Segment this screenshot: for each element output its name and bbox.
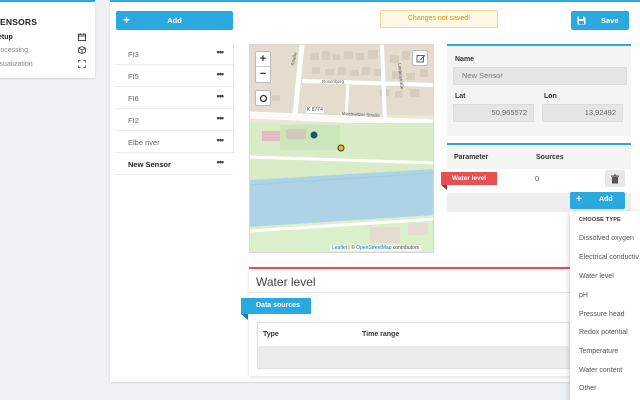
osm-link[interactable]: OpenStreetMap [356,245,391,251]
sensor-item[interactable]: FI5 ••• [116,65,233,87]
choose-type-dropdown: CHOOSE TYPE Dissolved oxygen Electrical … [570,211,640,400]
more-options-icon[interactable]: ••• [217,157,225,167]
cube-icon [78,46,86,54]
time-range-column-header: Time range [362,331,400,338]
attribution-separator: | © [347,245,357,251]
data-sources-tag: Data sources [241,298,311,314]
sensor-properties-card: Name New Sensor Lat 50,965572 Lon 13,924… [447,44,631,136]
side-item-label: etup [0,34,13,41]
expand-icon [78,60,86,68]
sensor-name: Elbe river [128,138,160,147]
name-label: Name [455,56,475,63]
sources-column-header: Sources [536,154,564,161]
more-options-icon[interactable]: ••• [217,113,225,123]
sensor-item-selected[interactable]: New Sensor ••• [116,153,233,175]
parameter-sources-count: 0 [535,174,540,183]
map-street-label: Rosenberg [322,79,345,84]
trash-icon [611,174,619,184]
add-parameter-label: Add [599,196,613,203]
side-item-processing[interactable]: rocessing [0,46,88,58]
sensor-location-map[interactable]: K 8774 Wachwitzer Straße Lindenstraße Ro… [249,44,434,253]
leaflet-link[interactable]: Leaflet [332,245,347,251]
side-item-visualization[interactable]: isualization [0,60,88,72]
floppy-disk-icon [577,16,586,25]
add-sensor-label: Add [167,16,182,25]
edit-icon [416,55,426,63]
more-options-icon[interactable]: ••• [217,135,225,145]
tag-fold [441,185,447,190]
dropdown-option[interactable]: Electrical conductiv [579,254,639,261]
map-road-label: K 8774 [306,107,324,113]
map-zoom-control: + − [255,51,271,83]
lon-label: Lon [544,93,557,100]
dropdown-option[interactable]: Water content [579,367,622,374]
unsaved-changes-notice: Changes not saved! [380,10,498,28]
lon-field[interactable]: 13,92492 [542,104,623,122]
water-level-title: Water level [256,275,316,289]
sensor-name: FI6 [128,94,139,103]
dropdown-header: CHOOSE TYPE [579,217,621,223]
add-sensor-button[interactable]: + Add [116,11,233,30]
data-sources-footer [258,346,570,368]
tag-fold [241,314,248,320]
zoom-out-button[interactable]: − [256,67,270,82]
map-attribution: Leaflet | © OpenStreetMap contributors [330,245,421,251]
locate-button[interactable] [255,90,271,106]
dropdown-option[interactable]: Dissolved oxygen [579,235,634,242]
sensor-name: New Sensor [128,160,171,169]
sensors-side-panel: ENSORS etup rocessing isualization [0,0,95,78]
parameters-header: Parameter Sources [447,145,631,169]
sensor-item[interactable]: FI3 ••• [116,43,233,65]
more-options-icon[interactable]: ••• [217,91,225,101]
panel-divider [249,292,570,293]
type-column-header: Type [263,331,279,338]
side-item-label: rocessing [0,47,28,54]
dropdown-option[interactable]: Other [579,385,597,392]
more-options-icon[interactable]: ••• [217,69,225,79]
more-options-icon[interactable]: ••• [217,47,225,57]
parameter-column-header: Parameter [454,154,489,161]
lat-field[interactable]: 50,965572 [453,104,534,122]
plus-icon: + [576,194,582,205]
name-field[interactable]: New Sensor [453,67,627,85]
sensor-name: FI2 [128,116,139,125]
sensor-name: FI3 [128,50,139,59]
save-label: Save [601,16,619,25]
attribution-tail: contributors [391,245,419,251]
locate-icon [259,94,268,103]
sensor-item[interactable]: FI2 ••• [116,109,233,131]
lat-label: Lat [455,93,466,100]
sensor-item[interactable]: FI6 ••• [116,87,233,109]
save-button[interactable]: Save [571,11,629,30]
side-panel-title: ENSORS [0,17,38,27]
edit-marker-button[interactable] [412,50,428,66]
map-tiles [250,45,433,252]
dropdown-option[interactable]: Temperature [579,348,618,355]
delete-parameter-button[interactable] [605,170,625,187]
side-item-label: isualization [0,61,33,68]
parameter-tag-water-level[interactable]: Water level [441,172,497,185]
dropdown-option[interactable]: Redox potential [579,329,628,336]
dropdown-option[interactable]: pH [579,292,588,299]
sensor-item[interactable]: Elbe river ••• [116,131,233,153]
sensor-name: FI5 [128,72,139,81]
sensor-list-divider [233,43,234,153]
dropdown-option[interactable]: Pressure head [579,311,625,318]
calendar-icon [78,33,86,41]
dropdown-option[interactable]: Water level [579,273,614,280]
side-item-setup[interactable]: etup [0,33,88,45]
zoom-in-button[interactable]: + [256,52,270,67]
add-parameter-button[interactable]: + Add [570,192,625,209]
